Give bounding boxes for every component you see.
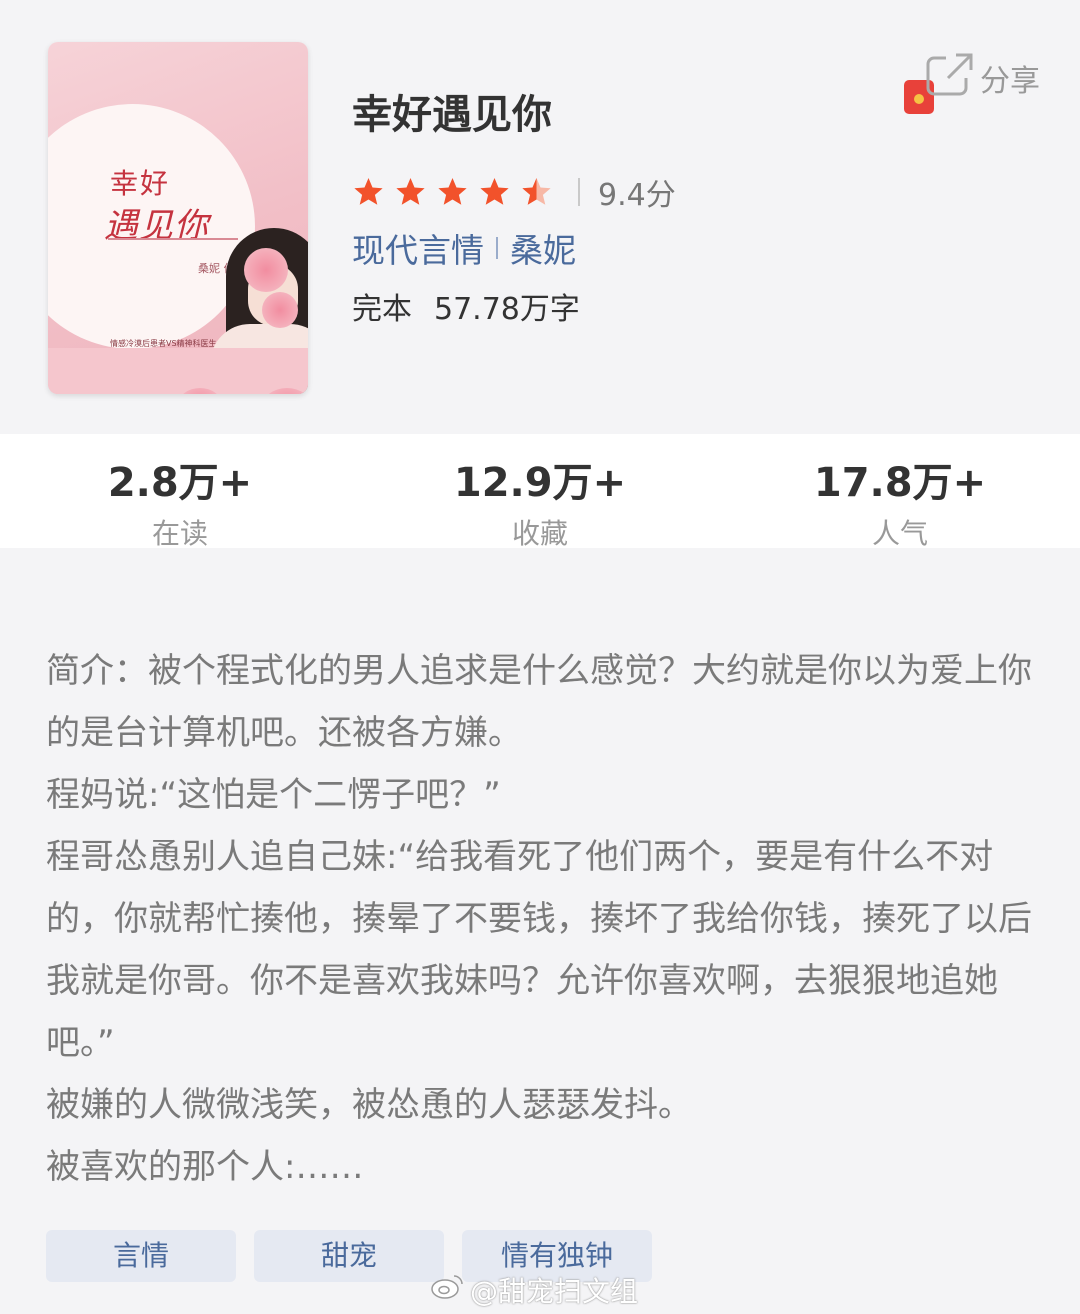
book-cover[interactable]: 幸好 遇见你 桑妮 作品 情感冷漠后患者VS精神科医生 [48,42,308,394]
rating-divider [578,178,580,206]
book-meta: 现代言情 桑妮 [352,224,576,272]
rating-score: 9.4分 [598,178,676,213]
stat-label: 人气 [871,517,928,550]
synopsis-line: 被喜欢的那个人:…… [46,1147,364,1187]
stat-value: 12.9万+ [453,460,627,506]
book-title: 幸好遇见你 [352,92,552,138]
half-star-icon [522,178,551,205]
tag-sweet[interactable]: 甜宠 [254,1230,444,1282]
completion-status: 完本 [352,292,412,327]
synopsis-line: 被嫌的人微微浅笑，被怂恿的人瑟瑟发抖。 [46,1085,692,1125]
stat-reading: 2.8万+ 在读 [0,434,360,550]
synopsis-line: 简介：被个程式化的男人追求是什么感觉？大约就是你以为爱上你的是台计算机吧。还被各… [46,651,1032,753]
word-count: 57.78万字 [434,292,580,327]
category-link[interactable]: 现代言情 [352,224,484,272]
cover-title-line1: 幸好 [110,167,171,200]
star-icon [480,178,509,205]
stat-popularity: 17.8万+ 人气 [720,434,1080,550]
lily-flower-icon [244,248,288,292]
star-icon [396,178,425,205]
book-status: 完本 57.78万字 [352,284,580,328]
cover-floor [48,348,308,394]
synopsis: 简介：被个程式化的男人追求是什么感觉？大约就是你以为爱上你的是台计算机吧。还被各… [46,640,1046,1198]
star-icon [354,178,383,205]
synopsis-line: 程妈说:“这怕是个二愣子吧？” [46,775,501,815]
lily-flower-icon [262,292,298,328]
rating: 9.4分 [352,170,676,214]
star-icon [438,178,467,205]
share-icon [926,53,973,96]
synopsis-line: 程哥怂恿别人追自己妹:“给我看死了他们两个，要是有什么不对的，你就帮忙揍他，揍晕… [46,837,1032,1063]
stat-value: 17.8万+ [813,460,987,506]
stat-value: 2.8万+ [107,460,253,506]
stat-favorites: 12.9万+ 收藏 [360,434,720,550]
share-button[interactable]: 分享 [904,50,1054,114]
share-label: 分享 [980,64,1040,99]
weibo-icon [431,1275,463,1299]
stat-label: 在读 [151,517,208,550]
tag-romance[interactable]: 言情 [46,1230,236,1282]
stat-label: 收藏 [511,517,568,550]
stats-bar: 2.8万+ 在读 12.9万+ 收藏 17.8万+ 人气 [0,434,1080,550]
cover-rule [108,238,238,240]
author-link[interactable]: 桑妮 [510,224,576,272]
meta-divider [496,237,498,259]
